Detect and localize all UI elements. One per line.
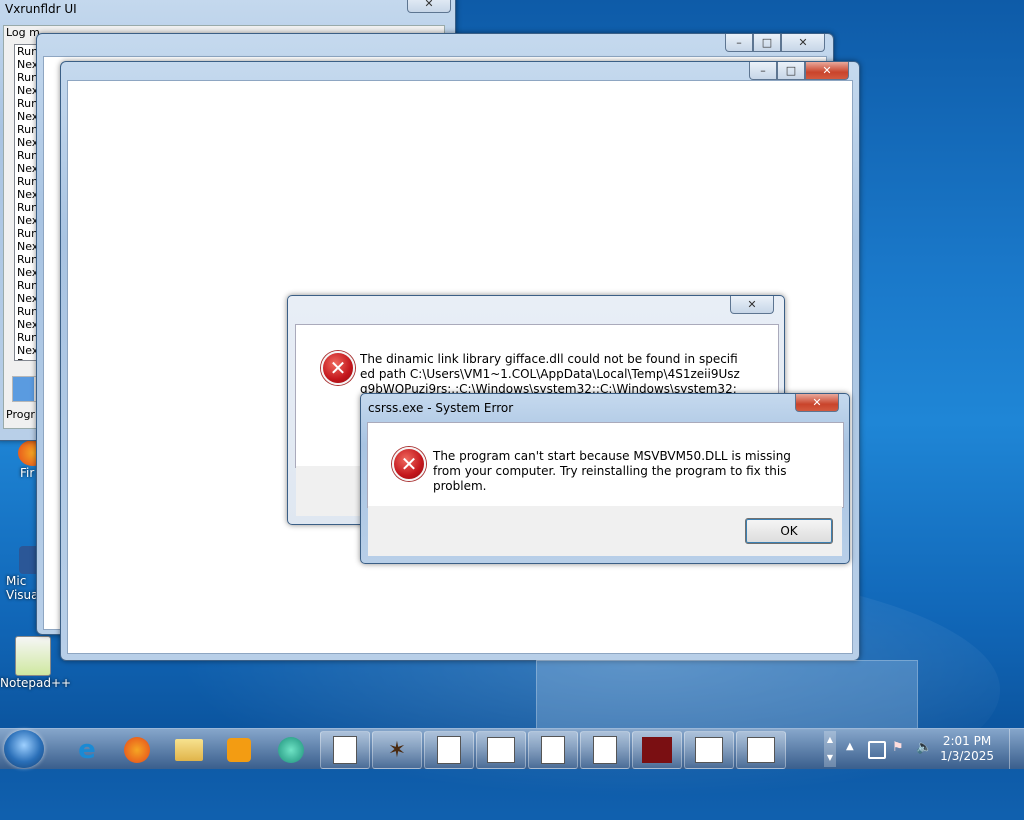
window-icon (593, 736, 617, 764)
clock-date: 1/3/2025 (940, 749, 994, 763)
error-icon: ✕ (392, 447, 426, 481)
show-desktop-button[interactable] (1009, 729, 1024, 769)
taskbar-mediaplayer[interactable] (214, 731, 264, 769)
window-icon (747, 737, 775, 763)
app-icon (278, 737, 304, 763)
media-player-icon (227, 738, 251, 762)
caption-buttons: – □ ✕ (749, 62, 849, 80)
error-icon: ✕ (321, 351, 355, 385)
window-icon (487, 737, 515, 763)
close-button[interactable]: ✕ (730, 296, 774, 314)
caption-buttons: – □ ✕ (725, 34, 825, 52)
window-title: Vxrunfldr UI (5, 2, 77, 16)
taskbar-window-2[interactable]: ✶ (372, 731, 422, 769)
caption-buttons: ✕ (730, 296, 774, 314)
close-button[interactable]: ✕ (795, 394, 839, 412)
taskbar-window-7[interactable] (632, 731, 682, 769)
window-icon (541, 736, 565, 764)
ie-icon: e (78, 735, 96, 765)
folder-icon (175, 739, 203, 761)
network-icon[interactable] (868, 741, 886, 759)
dll-error-message: The dinamic link library gifface.dll cou… (360, 352, 740, 396)
window-icon (695, 737, 723, 763)
bat-icon (642, 737, 672, 763)
ok-button[interactable]: OK (745, 518, 833, 544)
taskbar-ie[interactable]: e (62, 731, 112, 769)
caption-buttons: ✕ (795, 394, 839, 412)
window-icon (333, 736, 357, 764)
progress-label: Progr (6, 408, 35, 421)
taskbar-window-6[interactable] (580, 731, 630, 769)
taskbar-window-4[interactable] (476, 731, 526, 769)
close-button[interactable]: ✕ (407, 0, 451, 13)
maximize-button[interactable]: □ (753, 34, 781, 52)
close-button[interactable]: ✕ (805, 62, 849, 80)
spider-icon: ✶ (387, 737, 407, 763)
minimize-button[interactable]: – (749, 62, 777, 80)
progress-fill (13, 377, 35, 401)
desktop-icon-label: Notepad++ (0, 676, 72, 690)
taskbar-window-3[interactable] (424, 731, 474, 769)
close-button[interactable]: ✕ (781, 34, 825, 52)
volume-muted-icon[interactable]: 🔈 (916, 740, 932, 755)
taskbar-window-1[interactable] (320, 731, 370, 769)
taskbar-window-9[interactable] (736, 731, 786, 769)
maximize-button[interactable]: □ (777, 62, 805, 80)
window-icon (437, 736, 461, 764)
show-hidden-icons[interactable]: ▲ (846, 741, 854, 752)
system-error-message: The program can't start because MSVBVM50… (433, 449, 791, 493)
clock[interactable]: 2:01 PM 1/3/2025 (940, 734, 994, 764)
taskbar-scroll[interactable]: ▲ ▼ (824, 731, 836, 767)
notification-balloon (536, 660, 918, 730)
firefox-icon (124, 737, 150, 763)
dialog-title: csrss.exe - System Error (368, 401, 514, 415)
taskbar-window-5[interactable] (528, 731, 578, 769)
taskbar: e ✶ ▲ ▼ ▲ ⚑ 🔈 2:01 PM 1/3/2025 (0, 728, 1024, 769)
notepadpp-icon (15, 636, 51, 676)
taskbar-explorer[interactable] (164, 731, 214, 769)
caption-buttons: ✕ (407, 0, 451, 13)
taskbar-app[interactable] (266, 731, 316, 769)
system-error-dialog: csrss.exe - System Error ✕ ✕ The program… (360, 393, 850, 564)
taskbar-firefox[interactable] (112, 731, 162, 769)
log-label: Log m (6, 26, 40, 39)
clock-time: 2:01 PM (942, 734, 992, 748)
start-button[interactable] (4, 730, 44, 768)
taskbar-window-8[interactable] (684, 731, 734, 769)
action-center-icon[interactable]: ⚑ (892, 740, 904, 755)
minimize-button[interactable]: – (725, 34, 753, 52)
desktop-icon-notepadpp[interactable]: Notepad++ (0, 636, 72, 690)
